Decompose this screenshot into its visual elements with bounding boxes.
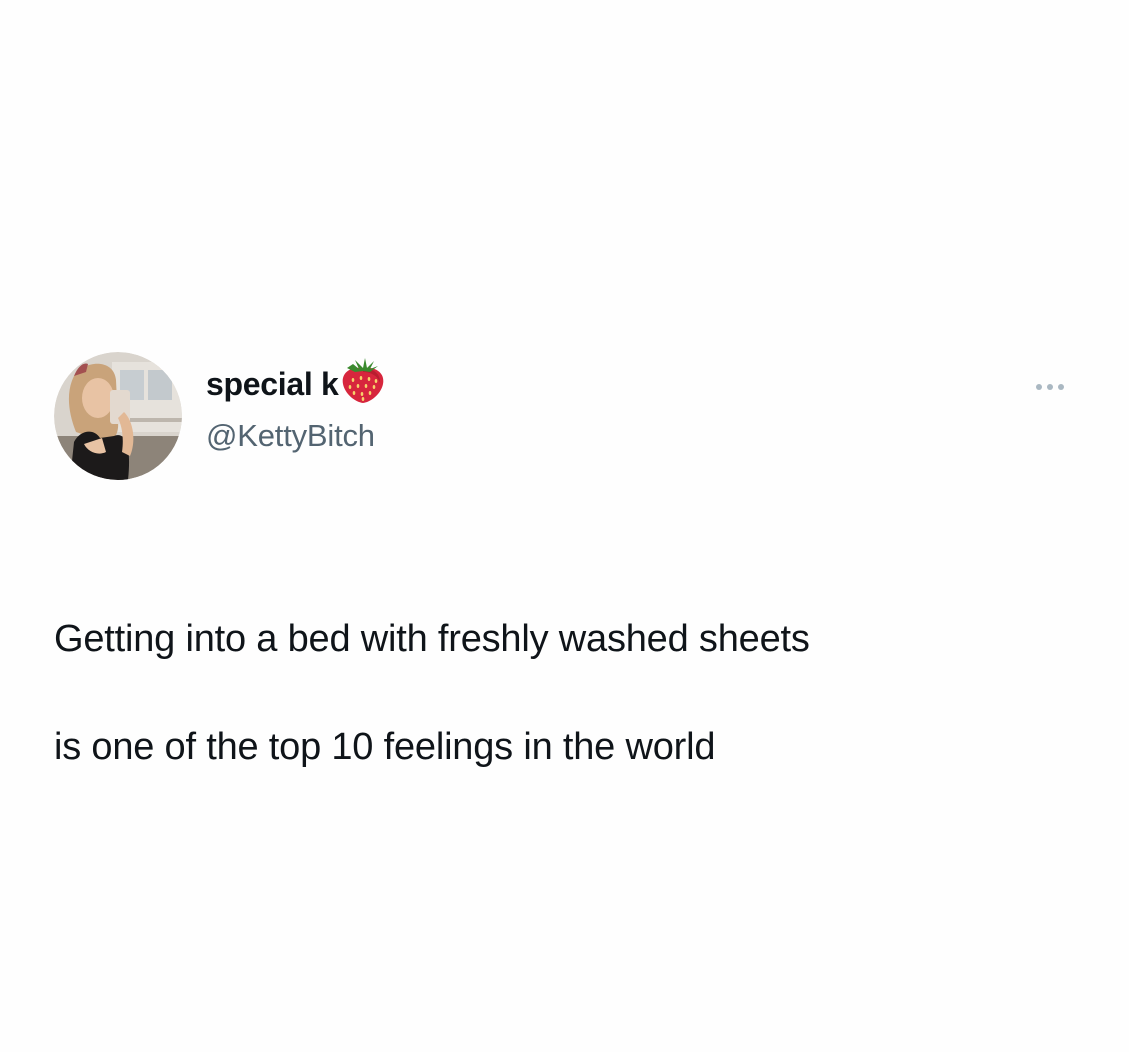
avatar-photo bbox=[54, 352, 182, 480]
tweet-text: Getting into a bed with freshly washed s… bbox=[54, 558, 1094, 828]
name-row: special k bbox=[206, 358, 385, 404]
user-handle[interactable]: @KettyBitch bbox=[206, 418, 385, 454]
tweet-text-line-1: Getting into a bed with freshly washed s… bbox=[54, 618, 810, 660]
display-name[interactable]: special k bbox=[206, 366, 339, 403]
strawberry-icon bbox=[341, 356, 385, 404]
avatar[interactable] bbox=[54, 352, 182, 480]
tweet-text-line-2: is one of the top 10 feelings in the wor… bbox=[54, 726, 716, 768]
author-block: special k @KettyBitch bbox=[206, 358, 385, 454]
more-dot bbox=[1047, 384, 1053, 390]
more-dot bbox=[1036, 384, 1042, 390]
more-dot bbox=[1058, 384, 1064, 390]
more-horizontal-icon[interactable] bbox=[1026, 373, 1074, 401]
tweet-card: special k @KettyBitch Getting into a bed… bbox=[0, 0, 1129, 1052]
